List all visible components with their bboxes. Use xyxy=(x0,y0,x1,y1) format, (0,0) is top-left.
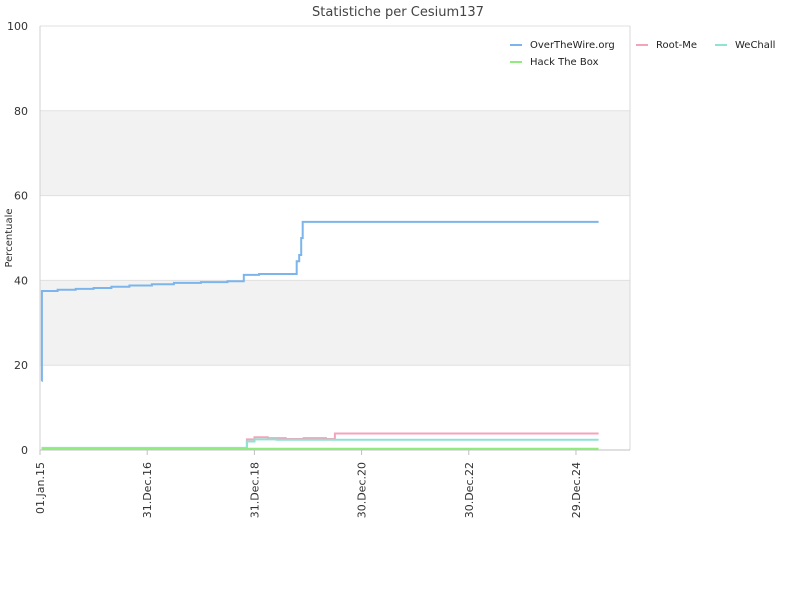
axes xyxy=(39,26,631,451)
x-tick-label: 30.Dec.22 xyxy=(463,462,476,518)
y-tick-label: 80 xyxy=(14,105,28,118)
legend-label: Hack The Box xyxy=(530,57,599,68)
chart-title: Statistiche per Cesium137 xyxy=(312,5,484,20)
legend[interactable]: OverTheWire.org Root-Me WeChall Hack The Bo… xyxy=(510,40,775,68)
x-tick-label: 01.Jan.15 xyxy=(34,462,47,514)
series-line-wechall xyxy=(41,438,599,449)
legend-label: WeChall xyxy=(735,40,775,51)
x-tick-label: 31.Dec.18 xyxy=(248,462,261,518)
y-tick-label: 40 xyxy=(14,274,28,287)
legend-item[interactable]: WeChall xyxy=(715,40,775,51)
legend-item[interactable]: Root-Me xyxy=(636,40,697,51)
legend-label: OverTheWire.org xyxy=(530,40,615,51)
grid-lines xyxy=(40,25,630,451)
legend-label: Root-Me xyxy=(656,40,697,51)
y-tick-label: 20 xyxy=(14,359,28,372)
plot-band xyxy=(40,110,630,196)
x-tick-label: 30.Dec.20 xyxy=(356,462,369,518)
plot-bands xyxy=(40,110,630,366)
series-line-root-me xyxy=(41,432,599,450)
legend-item[interactable]: OverTheWire.org xyxy=(510,40,615,51)
y-axis-label: Percentuale xyxy=(4,208,15,267)
x-tick-label: 29.Dec.24 xyxy=(570,462,583,518)
x-tick-label: 31.Dec.16 xyxy=(141,462,154,518)
y-tick-label: 100 xyxy=(7,20,28,33)
y-tick-label: 60 xyxy=(14,190,28,203)
chart: Statistiche per Cesium137 Percentuale 0 2… xyxy=(4,5,775,518)
legend-item[interactable]: Hack The Box xyxy=(510,57,599,68)
plot-band xyxy=(40,280,630,366)
y-tick-label: 0 xyxy=(21,444,28,457)
x-axis-ticks: 01.Jan.15 31.Dec.16 31.Dec.18 30.Dec.20 30.D… xyxy=(34,450,583,518)
